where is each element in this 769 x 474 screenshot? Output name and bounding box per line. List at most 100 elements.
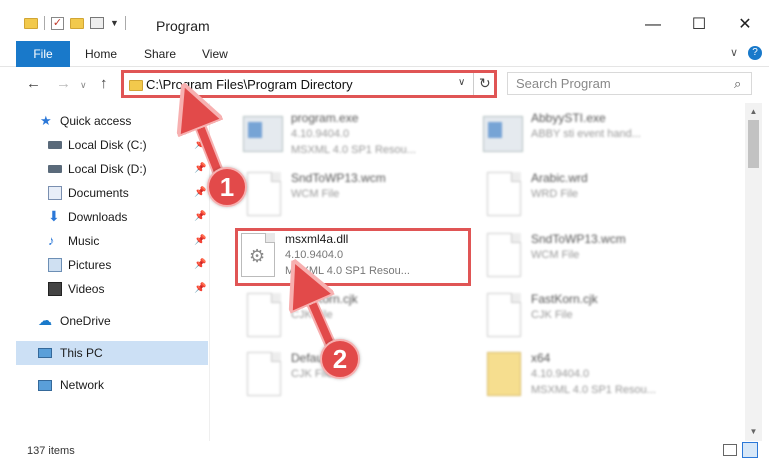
- details-view-icon[interactable]: [723, 444, 737, 456]
- pin-icon: 📌: [194, 211, 207, 222]
- file-item-fastkorn-cjk[interactable]: FastKorn.cjk CJK File: [243, 290, 475, 346]
- sidebar-item-label: Local Disk (D:): [68, 162, 147, 176]
- sidebar-item-quick-access[interactable]: ★ Quick access: [16, 109, 208, 133]
- music-icon: ♪: [48, 233, 55, 248]
- sidebar-item-local-disk-d[interactable]: Local Disk (D:) 📌: [16, 157, 208, 181]
- file-item-abbyysti-exe[interactable]: AbbyySTI.exe ABBY sti event hand...: [483, 109, 715, 165]
- sidebar-item-label: Music: [68, 234, 100, 248]
- tab-view[interactable]: View: [202, 41, 228, 67]
- file-type: CJK File: [291, 309, 333, 321]
- disk-icon: [48, 141, 62, 149]
- file-item-program-exe[interactable]: program.exe 4.10.9404.0 MSXML 4.0 SP1 Re…: [243, 109, 475, 165]
- sidebar-item-label: This PC: [60, 346, 103, 360]
- maximize-button[interactable]: ☐: [676, 10, 722, 40]
- sidebar-item-videos[interactable]: Videos 📌: [16, 277, 208, 301]
- file-description: MSXML 4.0 SP1 Resou...: [531, 384, 656, 396]
- item-count: 137 items: [27, 445, 75, 457]
- file-description: MSXML 4.0 SP1 Resou...: [285, 265, 410, 277]
- file-type: WCM File: [291, 188, 340, 200]
- disk-icon: [48, 165, 62, 173]
- toolbar-divider: [44, 16, 45, 30]
- sidebar-item-documents[interactable]: Documents 📌: [16, 181, 208, 205]
- address-dropdown-icon[interactable]: ∨: [458, 77, 465, 88]
- gear-icon: ⚙: [249, 246, 266, 266]
- up-button[interactable]: ↑: [100, 75, 108, 92]
- search-icon[interactable]: ⌕: [734, 76, 741, 92]
- help-icon[interactable]: ?: [748, 46, 762, 60]
- navigation-bar: ← → ∨ ↑ C:\Program Files\Program Directo…: [0, 67, 769, 101]
- scroll-down-icon[interactable]: ▼: [745, 425, 762, 439]
- properties-check-icon[interactable]: ✓: [51, 16, 64, 30]
- file-name: FastKorn.cjk: [291, 292, 358, 306]
- file-item-sndtowp13-wcm[interactable]: SndToWP13.wcm WCM File: [483, 230, 715, 286]
- file-name: SndToWP13.wcm: [291, 171, 386, 185]
- minimize-button[interactable]: —: [630, 10, 676, 40]
- file-item-msxml4a-dll[interactable]: ⚙ msxml4a.dll 4.10.9404.0 MSXML 4.0 SP1 …: [237, 230, 469, 286]
- sidebar-item-local-disk-c[interactable]: Local Disk (C:) 📌: [16, 133, 208, 157]
- exe-file-icon: [483, 112, 523, 160]
- tab-file[interactable]: File: [16, 41, 70, 67]
- navigation-pane: ★ Quick access Local Disk (C:) 📌 Local D…: [0, 103, 210, 441]
- sidebar-item-label: Local Disk (C:): [68, 138, 147, 152]
- sidebar-item-label: Quick access: [60, 114, 132, 128]
- document-file-icon: [243, 352, 283, 400]
- toolbar-divider: [124, 16, 126, 30]
- pin-icon: 📌: [194, 139, 207, 150]
- address-bar[interactable]: C:\Program Files\Program Directory ∨ ↻: [121, 70, 497, 98]
- file-type: WRD File: [531, 188, 579, 200]
- close-button[interactable]: ✕: [722, 10, 768, 40]
- scrollbar-thumb[interactable]: [748, 120, 759, 168]
- recent-locations-button[interactable]: ∨: [80, 80, 87, 91]
- file-item-fastkorn-cjk[interactable]: FastKorn.cjk CJK File: [483, 290, 715, 346]
- document-file-icon: [483, 172, 523, 220]
- file-name: Arabic.wrd: [531, 171, 588, 185]
- file-version: 4.10.9404.0: [291, 128, 350, 140]
- document-file-icon: [483, 233, 523, 281]
- file-name: AbbyySTI.exe: [531, 111, 606, 125]
- sidebar-item-music[interactable]: ♪ Music 📌: [16, 229, 208, 253]
- cloud-icon: ☁: [38, 312, 52, 328]
- dll-file-icon: ⚙: [237, 233, 277, 281]
- sidebar-item-label: Network: [60, 378, 105, 392]
- customize-toolbar-icon[interactable]: ▼: [110, 18, 119, 28]
- document-file-icon: [243, 293, 283, 341]
- exe-file-icon: [243, 112, 283, 160]
- quick-access-toolbar: ✓ ▼: [24, 16, 126, 30]
- sidebar-item-label: OneDrive: [60, 314, 111, 328]
- tiles-view-icon[interactable]: [742, 442, 758, 458]
- sidebar-item-label: Pictures: [68, 258, 112, 272]
- network-icon: [38, 380, 52, 391]
- scroll-up-icon[interactable]: ▲: [745, 105, 762, 119]
- file-type: CJK File: [531, 309, 573, 321]
- document-file-icon: [243, 172, 283, 220]
- refresh-icon[interactable]: ↻: [479, 75, 491, 92]
- window-title: Program: [156, 18, 210, 34]
- tab-home[interactable]: Home: [85, 41, 117, 67]
- zip-file-icon: [483, 352, 523, 400]
- file-item-arabic-wrd[interactable]: Arabic.wrd WRD File: [483, 169, 715, 225]
- vertical-scrollbar[interactable]: ▲ ▼: [745, 103, 762, 441]
- new-folder-icon[interactable]: [70, 17, 84, 29]
- forward-button[interactable]: →: [56, 75, 71, 92]
- file-item-x64[interactable]: x64 4.10.9404.0 MSXML 4.0 SP1 Resou...: [483, 349, 715, 405]
- ribbon-tabs: File Home Share View ∨ ?: [0, 40, 769, 67]
- pictures-icon: [48, 258, 62, 272]
- expand-ribbon-icon[interactable]: ∨: [730, 46, 738, 59]
- address-path[interactable]: C:\Program Files\Program Directory: [146, 77, 353, 92]
- sidebar-item-downloads[interactable]: ⬇ Downloads 📌: [16, 205, 208, 229]
- search-box[interactable]: ⌕: [507, 72, 752, 95]
- file-name: program.exe: [291, 111, 359, 125]
- file-item-sndtowp13-wcm[interactable]: SndToWP13.wcm WCM File: [243, 169, 475, 225]
- file-list: program.exe 4.10.9404.0 MSXML 4.0 SP1 Re…: [211, 103, 745, 441]
- step-2-badge: 2: [320, 339, 360, 379]
- back-button[interactable]: ←: [26, 75, 41, 92]
- sidebar-item-onedrive[interactable]: ☁ OneDrive: [16, 309, 208, 333]
- search-input[interactable]: [508, 73, 733, 94]
- properties-icon[interactable]: [90, 17, 104, 29]
- sidebar-item-this-pc[interactable]: This PC: [16, 341, 208, 365]
- tab-share[interactable]: Share: [144, 41, 176, 67]
- computer-icon: [38, 348, 52, 358]
- folder-icon: [24, 17, 38, 29]
- sidebar-item-pictures[interactable]: Pictures 📌: [16, 253, 208, 277]
- sidebar-item-network[interactable]: Network: [16, 373, 208, 397]
